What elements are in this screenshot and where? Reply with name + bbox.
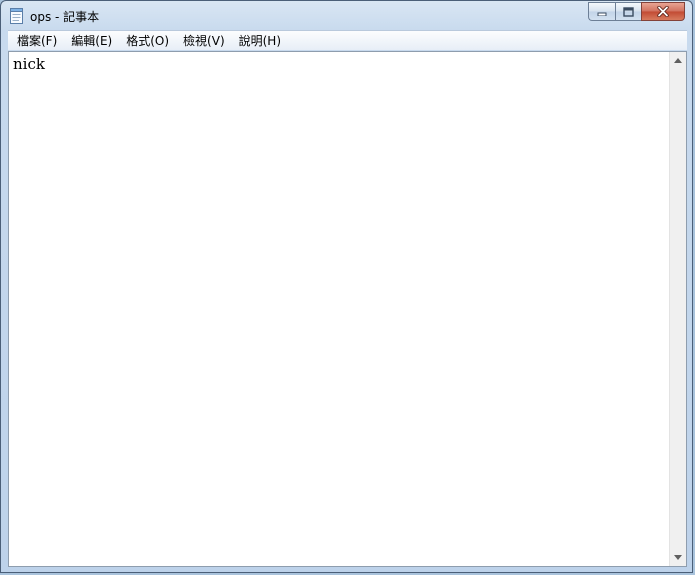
notepad-icon	[10, 8, 23, 24]
menu-edit[interactable]: 編輯(E)	[64, 32, 119, 50]
vertical-scrollbar[interactable]	[669, 52, 686, 566]
scroll-up-button[interactable]	[670, 52, 686, 69]
scroll-up-arrow-icon	[674, 58, 682, 63]
title-bar[interactable]: ops - 記事本	[1, 1, 692, 31]
menu-file[interactable]: 檔案(F)	[10, 32, 64, 50]
notepad-window: ops - 記事本 檔案(F) 編輯(E) 格式(O) 檢視(V) 說明(H) …	[0, 0, 693, 573]
close-button[interactable]	[641, 2, 685, 21]
menu-view[interactable]: 檢視(V)	[176, 32, 232, 50]
maximize-button[interactable]	[615, 2, 641, 21]
menu-help[interactable]: 說明(H)	[232, 32, 288, 50]
window-title: ops - 記事本	[30, 10, 100, 24]
close-icon	[657, 6, 669, 17]
menu-format[interactable]: 格式(O)	[119, 32, 176, 50]
maximize-icon	[623, 6, 634, 17]
window-controls	[588, 2, 685, 21]
minimize-icon	[597, 12, 607, 16]
text-content[interactable]: nick	[9, 52, 669, 566]
editor-area: nick	[8, 51, 687, 567]
minimize-button[interactable]	[588, 2, 615, 21]
menu-bar: 檔案(F) 編輯(E) 格式(O) 檢視(V) 說明(H)	[8, 30, 687, 50]
scroll-down-arrow-icon	[674, 555, 682, 560]
scroll-down-button[interactable]	[670, 549, 686, 566]
